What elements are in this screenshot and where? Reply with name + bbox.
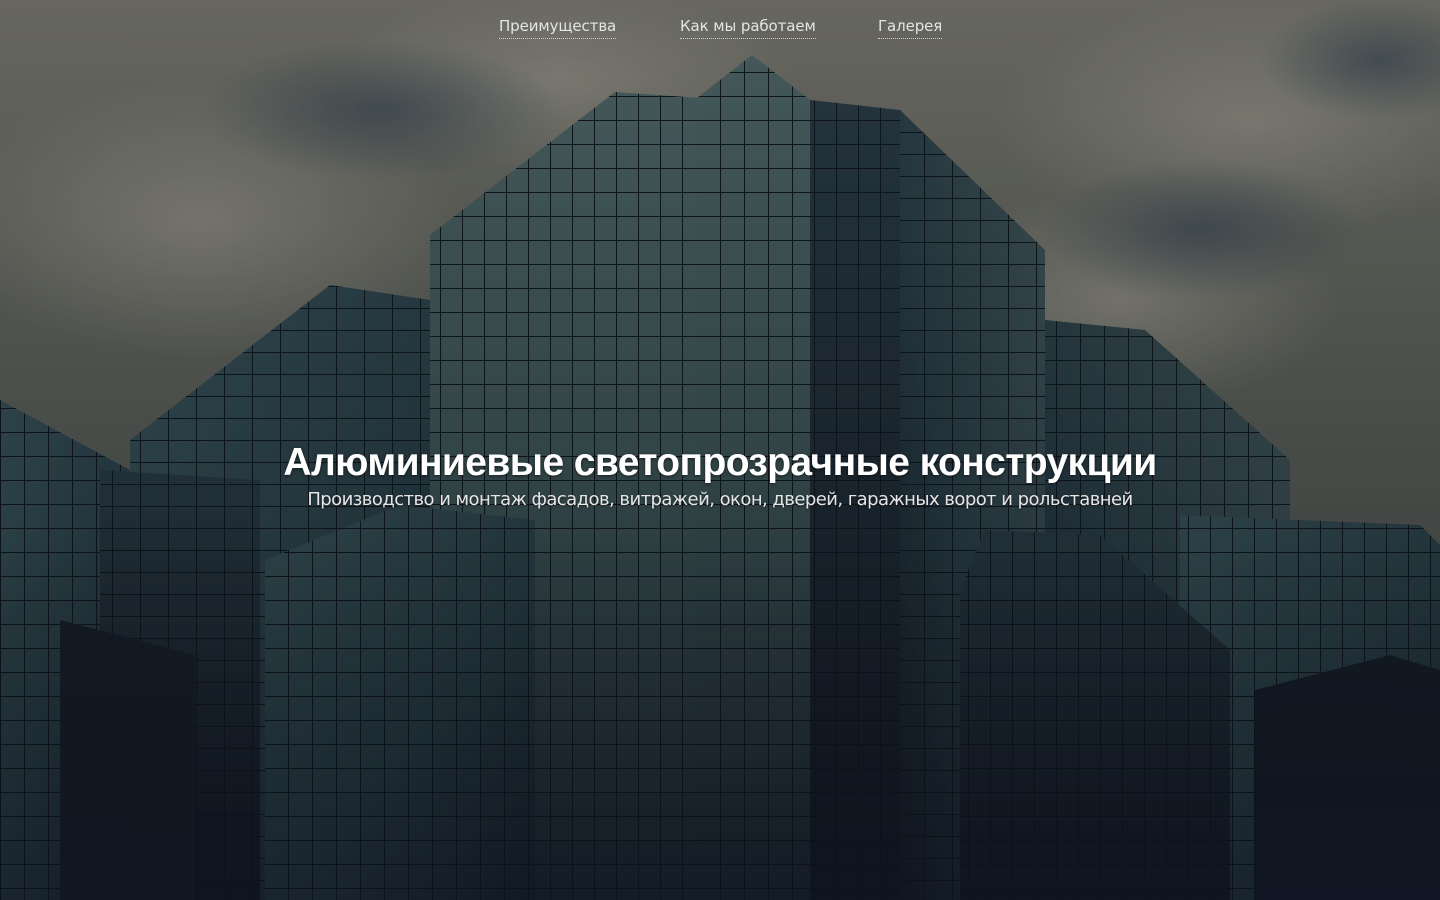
top-navigation: Преимущества Как мы работаем Галерея — [0, 0, 1440, 60]
nav-link-advantages[interactable]: Преимущества — [499, 17, 616, 39]
hero-section: Преимущества Как мы работаем Галерея Алю… — [0, 0, 1440, 900]
hero-subtitle: Производство и монтаж фасадов, витражей,… — [307, 489, 1133, 510]
nav-link-how-we-work[interactable]: Как мы работаем — [680, 17, 816, 39]
nav-link-gallery[interactable]: Галерея — [878, 17, 942, 39]
hero-title: Алюминиевые светопрозрачные конструкции — [283, 441, 1157, 484]
